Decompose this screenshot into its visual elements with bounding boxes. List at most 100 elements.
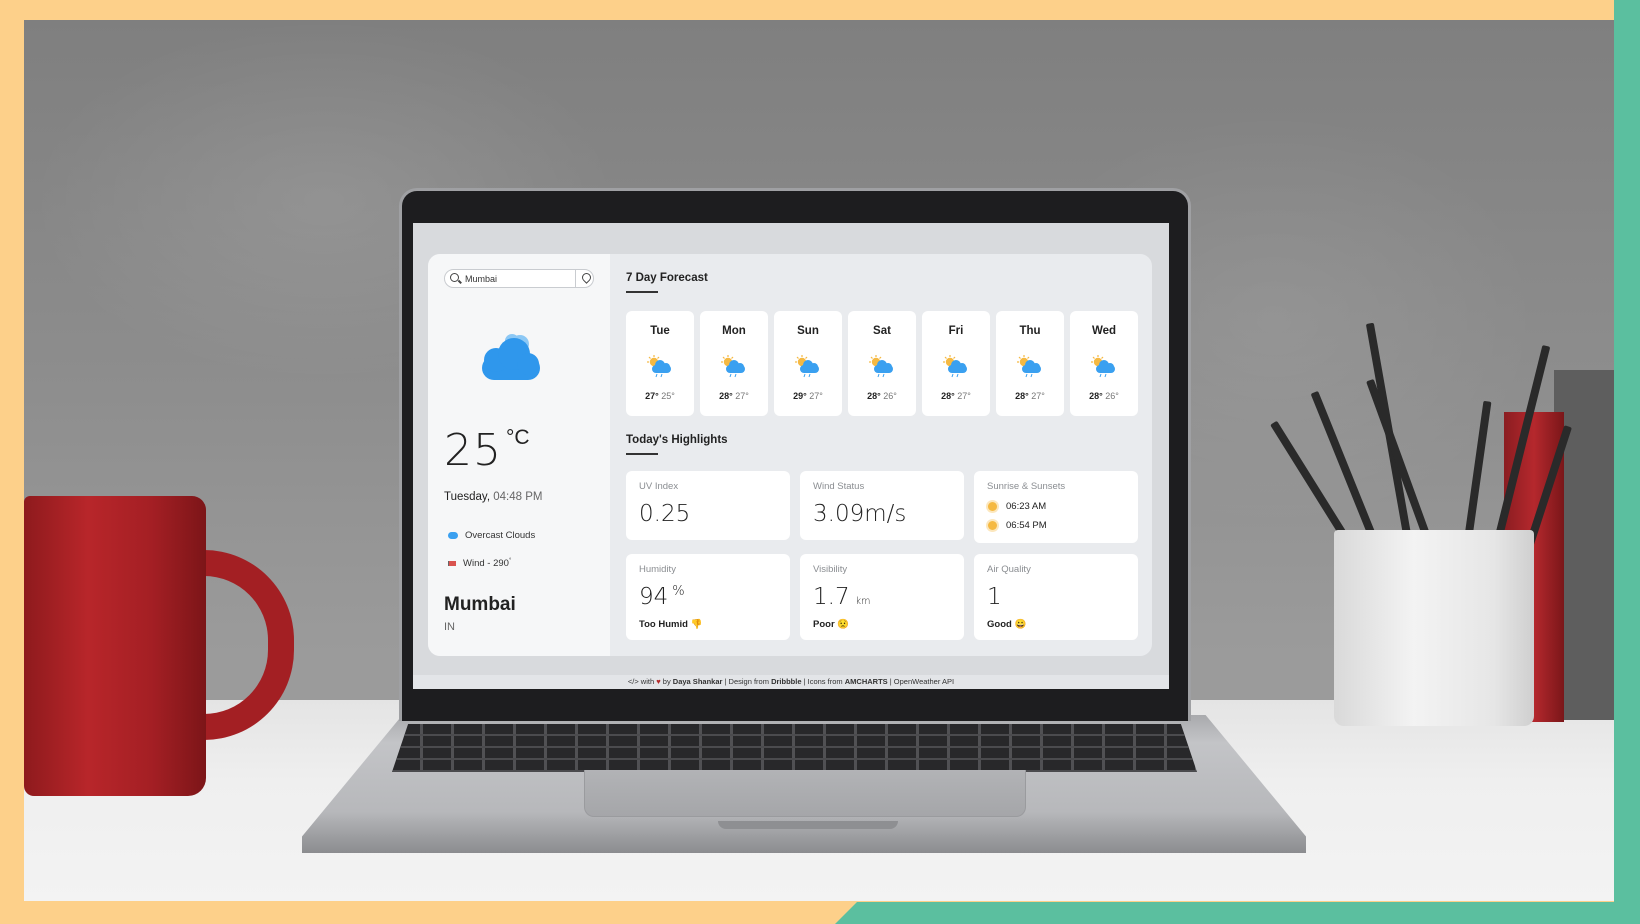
wind-direction-text: Wind - 290: [463, 558, 509, 570]
footer-code: </> with: [627, 677, 655, 686]
humidity-label: Humidity: [639, 564, 676, 575]
condition-text: Overcast Clouds: [465, 530, 536, 541]
sunset-time: 06:54 PM: [1006, 520, 1047, 531]
wind-text: Wind - 290°: [463, 558, 511, 569]
wind-status-value: 3.09m/s: [813, 501, 907, 527]
sunrise-sunset-card: Sunrise & Sunsets 06:23 AM 06:54 PM: [974, 471, 1138, 543]
sun-cloud-rain-icon: [721, 355, 745, 378]
visibility-status-text: Poor: [813, 619, 835, 630]
sun-cloud-rain-icon: [795, 355, 819, 378]
air-quality-status: Good 😀: [987, 619, 1026, 630]
forecast-day-name: Fri: [948, 325, 964, 337]
uv-index-label: UV Index: [639, 481, 679, 492]
background-photo: 25 °C Tuesday, 04:48 PM Overcast Clouds …: [24, 20, 1614, 901]
forecast-low-temp: 27°: [809, 391, 823, 401]
uv-index-card: UV Index 0.25: [626, 471, 790, 540]
forecast-day-name: Thu: [1019, 325, 1041, 337]
humidity-card: Humidity 94% Too Humid 👎: [626, 554, 790, 640]
forecast-day-card: Fri 28° 27°: [922, 311, 990, 416]
highlights-title: Today's Highlights: [626, 434, 728, 446]
red-mug: [24, 496, 206, 796]
cloud-icon: [482, 334, 540, 380]
worried-face-icon: 😟: [837, 619, 850, 630]
footer-icons-link[interactable]: AMCHARTS: [845, 677, 888, 686]
visibility-value: 1.7: [813, 584, 850, 610]
forecast-temps: 29° 27°: [774, 391, 842, 401]
forecast-day-card: Mon 28° 27°: [700, 311, 768, 416]
footer-author-link[interactable]: Daya Shankar: [673, 677, 723, 686]
humidity-value-row: 94%: [639, 584, 685, 610]
location-pin-icon[interactable]: [580, 271, 593, 284]
current-day: Tuesday,: [444, 491, 491, 503]
forecast-day-name: Sun: [797, 325, 819, 337]
happy-face-icon: 😀: [1014, 619, 1027, 630]
weather-app: 25 °C Tuesday, 04:48 PM Overcast Clouds …: [428, 254, 1152, 656]
forecast-low-temp: 26°: [1105, 391, 1119, 401]
current-temperature: 25: [444, 425, 502, 476]
visibility-unit: km: [855, 596, 871, 607]
sunrise-icon: [988, 502, 997, 511]
forecast-low-temp: 27°: [1031, 391, 1045, 401]
sun-cloud-rain-icon: [1017, 355, 1041, 378]
forecast-temps: 28° 26°: [848, 391, 916, 401]
cloud-small-icon: [448, 532, 458, 539]
footer-by: by: [662, 677, 671, 686]
visibility-label: Visibility: [813, 564, 848, 575]
footer: </> with ♥ by Daya Shankar | Design from…: [413, 675, 1169, 689]
thumbs-down-icon: 👎: [690, 619, 703, 630]
forecast-high-temp: 28°: [867, 391, 881, 401]
sunrise-time: 06:23 AM: [1006, 501, 1047, 512]
humidity-unit: %: [672, 584, 685, 599]
forecast-high-temp: 28°: [719, 391, 733, 401]
air-quality-label: Air Quality: [987, 564, 1031, 575]
wind-flag-icon: [448, 561, 456, 567]
highlights-title-underline: [626, 453, 658, 455]
forecast-temps: 28° 26°: [1070, 391, 1138, 401]
forecast-low-temp: 27°: [957, 391, 971, 401]
forecast-day-card: Sun 29° 27°: [774, 311, 842, 416]
visibility-value-row: 1.7 km: [813, 584, 870, 610]
temperature-unit: °C: [506, 426, 530, 449]
forecast-day-card: Wed 28° 26°: [1070, 311, 1138, 416]
search-input[interactable]: [465, 272, 570, 285]
footer-api-link[interactable]: | OpenWeather API: [890, 677, 954, 686]
laptop-notch: [718, 821, 898, 829]
sun-cloud-rain-icon: [869, 355, 893, 378]
forecast-low-temp: 25°: [661, 391, 675, 401]
condition-row: Overcast Clouds: [448, 530, 535, 541]
forecast-day-name: Sat: [873, 325, 891, 337]
search-bar[interactable]: [444, 269, 594, 288]
forecast-day-name: Tue: [650, 325, 670, 337]
country-code: IN: [444, 621, 455, 633]
humidity-value: 94: [639, 584, 669, 610]
sunrise-sunset-label: Sunrise & Sunsets: [987, 481, 1066, 492]
laptop-screen: 25 °C Tuesday, 04:48 PM Overcast Clouds …: [413, 223, 1169, 689]
forecast-low-temp: 27°: [735, 391, 749, 401]
search-divider: [575, 270, 576, 287]
wind-status-label: Wind Status: [813, 481, 865, 492]
footer-design-link[interactable]: Dribbble: [771, 677, 801, 686]
forecast-day-card: Tue 27° 25°: [626, 311, 694, 416]
air-quality-card: Air Quality 1 Good 😀: [974, 554, 1138, 640]
sun-cloud-rain-icon: [1091, 355, 1115, 378]
forecast-title-underline: [626, 291, 658, 293]
sunset-row: 06:54 PM: [988, 520, 1047, 531]
forecast-high-temp: 28°: [1089, 391, 1103, 401]
humidity-status: Too Humid 👎: [639, 619, 702, 630]
forecast-high-temp: 28°: [941, 391, 955, 401]
footer-design: | Design from: [724, 677, 769, 686]
forecast-day-name: Mon: [722, 325, 746, 337]
forecast-temps: 28° 27°: [922, 391, 990, 401]
forecast-high-temp: 28°: [1015, 391, 1029, 401]
wind-degree-symbol: °: [508, 558, 512, 564]
sun-cloud-rain-icon: [943, 355, 967, 378]
pencil: [1464, 400, 1492, 541]
sun-cloud-rain-icon: [647, 355, 671, 378]
city-name: Mumbai: [444, 594, 516, 615]
visibility-status: Poor 😟: [813, 619, 849, 630]
laptop-keyboard-rows: [392, 724, 1197, 772]
forecast-day-name: Wed: [1091, 325, 1117, 337]
footer-icons: | Icons from: [803, 677, 843, 686]
sunset-icon: [988, 521, 997, 530]
pencil: [1310, 390, 1382, 552]
